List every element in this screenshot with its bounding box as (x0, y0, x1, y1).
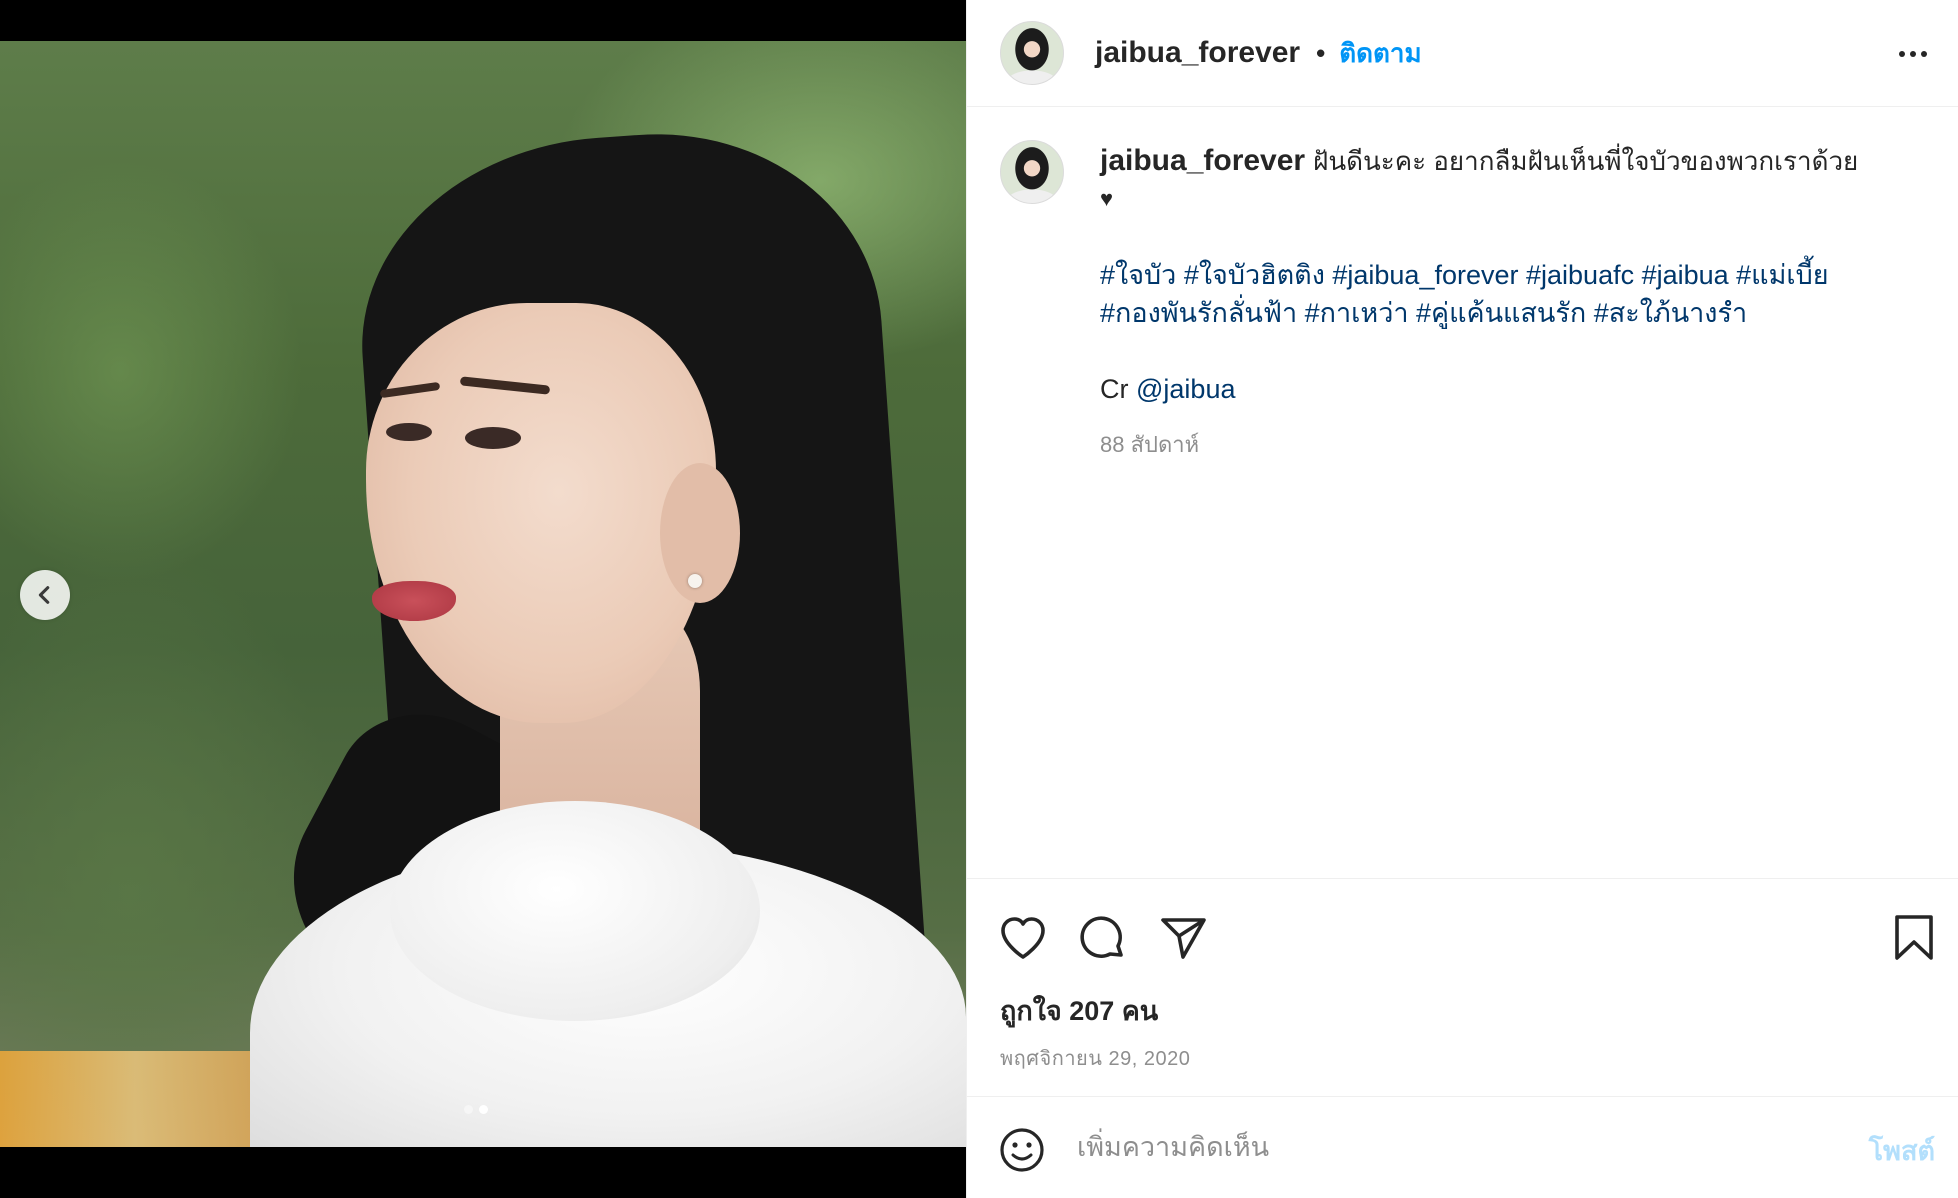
chevron-left-icon (38, 586, 50, 604)
avatar[interactable] (1000, 21, 1064, 85)
smiley-icon (1000, 1128, 1044, 1172)
caption-section: jaibua_forever ฝันดีนะคะ อยากลืมฝันเห็นพี… (967, 108, 1958, 878)
caption-age[interactable]: 88 สัปดาห์ (1100, 426, 1920, 464)
comment-button[interactable] (1079, 915, 1127, 968)
emoji-button[interactable] (999, 1127, 1045, 1178)
paper-plane-icon (1161, 918, 1206, 959)
share-button[interactable] (1159, 915, 1207, 966)
carousel-dot (464, 1105, 473, 1114)
likes-count[interactable]: ถูกใจ 207 คน (1000, 989, 1158, 1032)
bookmark-icon (1895, 915, 1933, 960)
more-options-button[interactable] (1891, 34, 1935, 74)
carousel-dot-active (479, 1105, 488, 1114)
header-separator: • (1316, 37, 1326, 68)
comment-bar: โพสต์ (967, 1096, 1958, 1198)
heart-outline-icon (1001, 917, 1045, 959)
post-detail-panel: jaibua_forever • ติดตาม jaibua_forever ฝั… (966, 0, 1958, 1198)
post-media (0, 0, 966, 1198)
post-comment-button[interactable]: โพสต์ (1869, 1129, 1935, 1172)
carousel-indicator (464, 1105, 488, 1114)
caption-heart-emoji: ♥ (1100, 186, 1114, 211)
caption-avatar[interactable] (1000, 140, 1064, 204)
caption: jaibua_forever ฝันดีนะคะ อยากลืมฝันเห็นพี… (1100, 142, 1920, 464)
post-header: jaibua_forever • ติดตาม (967, 0, 1958, 107)
post-actions: ถูกใจ 207 คน พฤศจิกายน 29, 2020 (967, 878, 1958, 1096)
more-horizontal-icon (1899, 51, 1905, 57)
caption-hashtags[interactable]: #ใจบัว #ใจบัวฮิตติง #jaibua_forever #jai… (1100, 256, 1920, 332)
post-photo[interactable] (0, 41, 966, 1147)
caption-username[interactable]: jaibua_forever (1100, 144, 1305, 177)
comment-bubble-icon (1080, 916, 1123, 958)
follow-button[interactable]: ติดตาม (1339, 33, 1421, 74)
credit-prefix: Cr (1100, 374, 1136, 404)
comment-input[interactable] (1077, 1125, 1777, 1169)
carousel-prev-button[interactable] (20, 570, 70, 620)
post-date[interactable]: พฤศจิกายน 29, 2020 (1000, 1042, 1190, 1074)
like-button[interactable] (999, 915, 1047, 966)
credit-mention-link[interactable]: @jaibua (1136, 374, 1235, 404)
save-button[interactable] (1893, 913, 1935, 968)
caption-text: ฝันดีนะคะ อยากลืมฝันเห็นพี่ใจบัวของพวกเร… (1313, 146, 1859, 176)
caption-credit: Cr @jaibua (1100, 370, 1920, 408)
header-username[interactable]: jaibua_forever (1095, 36, 1300, 70)
